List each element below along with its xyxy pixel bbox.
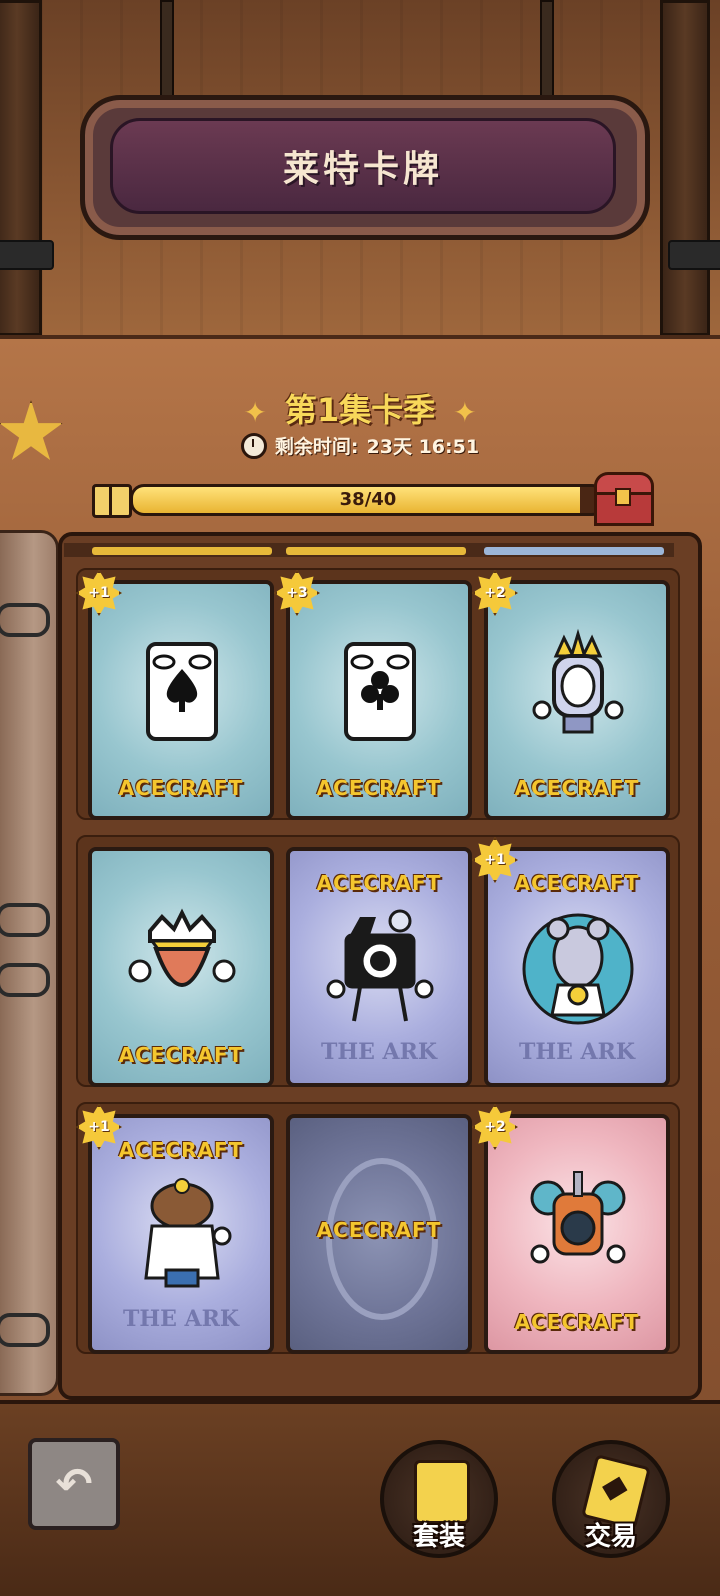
metal-strap: [668, 240, 720, 270]
collection-progress: 38/40: [92, 472, 662, 526]
previous-row-peek: [64, 543, 674, 557]
binder-ring: [0, 903, 50, 937]
card-count-badge: +3: [274, 570, 320, 616]
card-count-badge: +1: [76, 570, 122, 616]
card-count-badge: +2: [472, 1104, 518, 1150]
club-card-art: [344, 642, 416, 741]
card-count-badge: +1: [76, 1104, 122, 1150]
acecraft-logo: ACECRAFT: [514, 871, 640, 895]
progress-text: 38/40: [339, 489, 397, 510]
treasure-chest-icon[interactable]: [594, 472, 654, 526]
spade-card-art: [146, 642, 218, 741]
acecraft-logo: ACECRAFT: [316, 1218, 442, 1242]
back-button[interactable]: ↶: [28, 1438, 120, 1530]
card-spade[interactable]: ACECRAFT: [88, 580, 274, 820]
metal-strap: [0, 240, 54, 270]
card-crowned-robot[interactable]: ACECRAFT: [484, 580, 670, 820]
crowned-robot-art: [532, 628, 624, 734]
trade-button[interactable]: 交易: [552, 1440, 670, 1558]
timer-label: 剩余时间:: [274, 436, 359, 458]
card-capybara-doctor[interactable]: ACECRAFT THE ARK: [88, 1114, 274, 1354]
wood-beam-right: [660, 0, 710, 336]
acecraft-logo: ACECRAFT: [514, 776, 640, 800]
season-header: ✦ 第1集卡季 ✦: [0, 385, 720, 431]
clock-icon: [240, 432, 267, 459]
acecraft-logo: ACECRAFT: [118, 1043, 244, 1067]
card-count-badge: +1: [472, 837, 518, 883]
acecraft-logo: ACECRAFT: [118, 1138, 244, 1162]
sparkle-icon: ✦: [453, 395, 477, 429]
acecraft-logo: ACECRAFT: [316, 871, 442, 895]
acecraft-logo: ACECRAFT: [118, 776, 244, 800]
sets-button[interactable]: 套装: [380, 1440, 498, 1558]
rat-scientist-art: [522, 913, 634, 1025]
page-title: 莱特卡牌: [282, 149, 443, 190]
card-cannon-robot[interactable]: ACECRAFT: [484, 1114, 670, 1354]
card-camera[interactable]: ACECRAFT THE ARK: [286, 847, 472, 1087]
wood-beam-left: [0, 0, 42, 336]
the-ark-text: THE ARK: [122, 1306, 240, 1332]
camera-character-art: [326, 909, 434, 1022]
season-timer: 剩余时间: 23天 16:51: [0, 432, 720, 459]
card-rat-scientist[interactable]: ACECRAFT THE ARK: [484, 847, 670, 1087]
card-king-head[interactable]: ACECRAFT: [88, 847, 274, 1087]
sets-label: 套装: [412, 1522, 465, 1552]
card-count-badge: +2: [472, 570, 518, 616]
cannon-robot-art: [530, 1171, 626, 1264]
acecraft-logo: ACECRAFT: [316, 776, 442, 800]
season-title: 第1集卡季: [284, 391, 436, 429]
binder-spine: [0, 530, 59, 1396]
binder-ring: [0, 963, 50, 997]
book-icon: [92, 484, 132, 518]
sparkle-icon: ✦: [243, 395, 267, 429]
card-set-icon: [414, 1460, 470, 1524]
timer-value: 23天 16:51: [366, 436, 480, 458]
title-sign: 莱特卡牌: [110, 118, 616, 214]
binder-ring: [0, 603, 50, 637]
card-back-unowned[interactable]: ACECRAFT: [286, 1114, 472, 1354]
binder-ring: [0, 1313, 50, 1347]
acecraft-logo: ACECRAFT: [514, 1310, 640, 1334]
king-head-art: [128, 908, 236, 987]
back-arrow-icon: ↶: [55, 1458, 93, 1510]
the-ark-text: THE ARK: [518, 1039, 636, 1065]
capybara-doctor-art: [144, 1178, 232, 1288]
the-ark-text: THE ARK: [320, 1039, 438, 1065]
trade-label: 交易: [584, 1522, 637, 1552]
card-club[interactable]: ACECRAFT: [286, 580, 472, 820]
